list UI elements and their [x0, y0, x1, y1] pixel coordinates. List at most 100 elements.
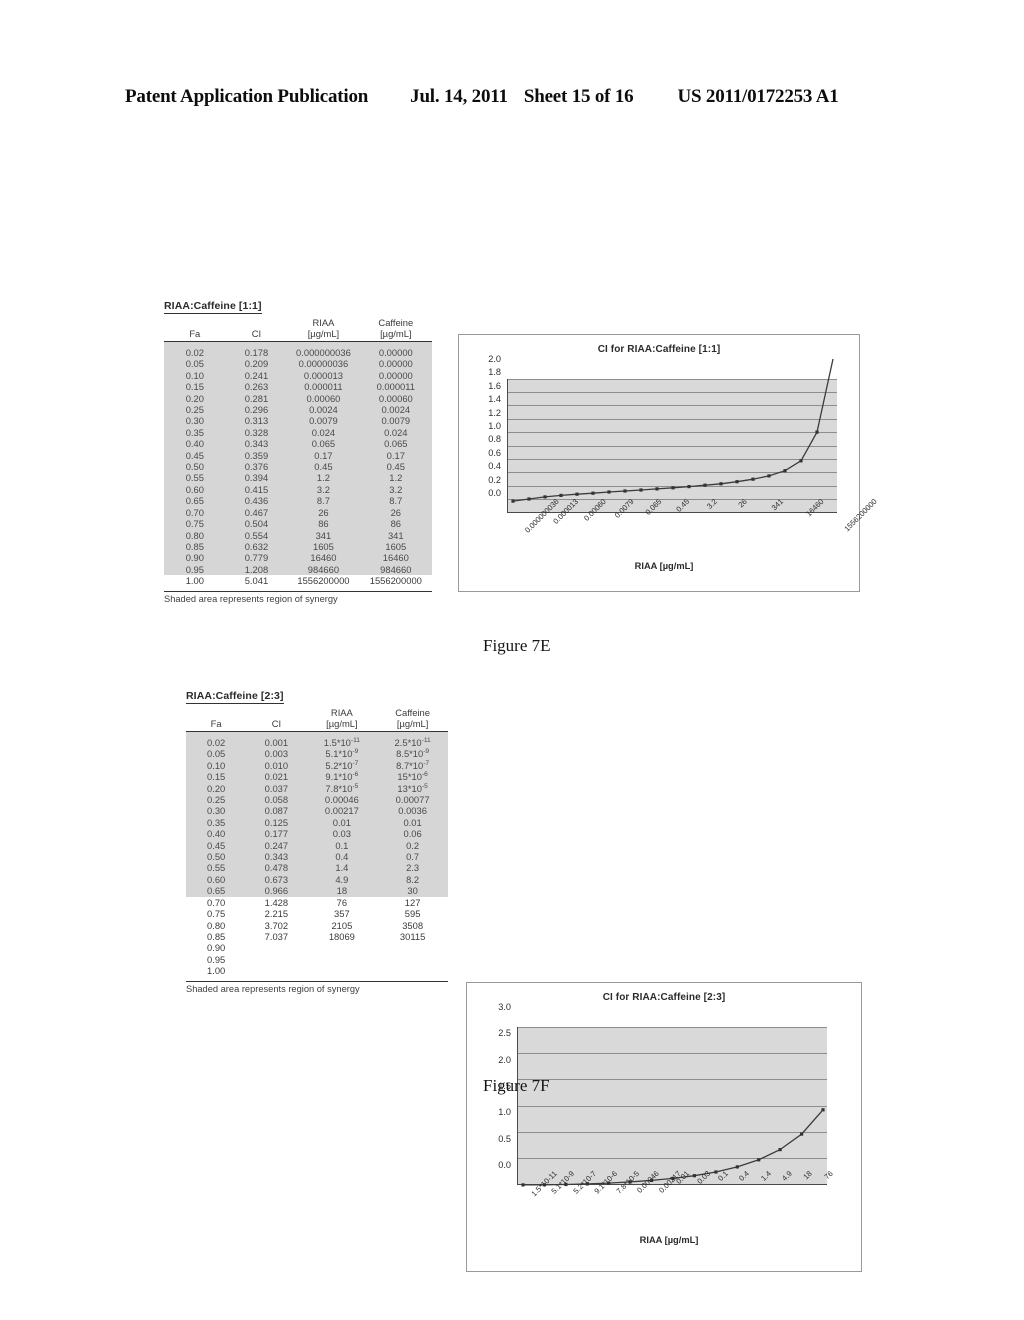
- table-row: 0.55 0.478 1.4 2.3: [186, 862, 448, 874]
- cell-riaa: 357: [334, 908, 350, 920]
- cell-ci: 0.241: [225, 369, 288, 382]
- cell-fa: 0.35: [186, 816, 247, 829]
- cell-riaa: 1.2: [287, 472, 360, 484]
- cell-caffeine: 8.7: [359, 495, 432, 507]
- cell-riaa: 0.00046: [306, 794, 378, 806]
- cell-riaa: 86: [287, 518, 360, 530]
- sheet-number: Sheet 15 of 16: [523, 86, 634, 107]
- cell-ci: 0.343: [246, 851, 307, 863]
- cell-riaa: 0.45: [287, 461, 360, 473]
- table-row: 0.20 0.281 0.00060 0.00060: [164, 392, 432, 405]
- cell-riaa: 5.2*10-7: [306, 759, 378, 772]
- y-axis-tick-label: 2.0: [498, 1054, 511, 1065]
- table-row: 0.85 0.632 1605 1605: [164, 540, 432, 553]
- col-top-riaa: RIAA: [330, 707, 353, 718]
- cell-riaa: 1.4: [306, 862, 378, 874]
- chart-title-7e: CI for RIAA:Caffeine [1:1]: [597, 344, 721, 355]
- cell-caffeine: 26: [359, 506, 432, 519]
- cell-ci: 0.343: [225, 438, 288, 450]
- cell-fa: 1.00: [185, 575, 204, 587]
- col-caffeine-units: [µg/mL]: [377, 718, 448, 732]
- cell-ci: 0.010: [246, 759, 307, 772]
- cell-riaa: 16460: [287, 552, 360, 564]
- cell-caffeine: 0.01: [377, 816, 448, 829]
- cell-caffeine: [377, 965, 448, 976]
- cell-riaa: 4.9: [306, 873, 378, 886]
- cell-ci: 0.247: [246, 839, 307, 852]
- table-row: 0.45 0.359 0.17 0.17: [164, 449, 432, 462]
- cell-ci: 0.328: [225, 426, 288, 439]
- cell-fa: 0.70: [207, 896, 226, 908]
- cell-fa: 0.05: [186, 748, 247, 760]
- cell-ci: 0.125: [246, 816, 307, 829]
- cell-fa: 0.55: [164, 472, 226, 484]
- table-row: 0.40 0.177 0.03 0.06: [186, 828, 448, 840]
- table-row: 0.95 1.208 984660 984660: [164, 563, 432, 576]
- table-row: 0.02 0.001 1.5*10-11 2.5*10-11: [186, 737, 448, 749]
- y-axis-tick-label: 1.0: [488, 421, 501, 431]
- col-ci: CI: [246, 718, 307, 732]
- cell-fa: 1.00: [207, 965, 226, 977]
- cell-riaa: 1605: [287, 540, 360, 553]
- cell-ci: [246, 954, 306, 965]
- cell-riaa: 0.0079: [287, 415, 360, 427]
- cell-riaa: 9.1*10-6: [306, 771, 378, 783]
- cell-caffeine: 0.065: [359, 438, 432, 450]
- cell-caffeine: 0.06: [377, 828, 448, 840]
- table-row: 0.50 0.343 0.4 0.7: [186, 851, 448, 863]
- y-axis-tick-label: 2.5: [498, 1028, 511, 1039]
- table-row: 0.15 0.263 0.000011 0.000011: [164, 381, 432, 393]
- cell-fa: 0.90: [164, 552, 226, 564]
- cell-caffeine: 2.5*10-11: [377, 737, 448, 749]
- cell-caffeine: 86: [359, 518, 432, 530]
- cell-fa: 0.75: [164, 518, 226, 530]
- cell-riaa: 0.000000036: [287, 347, 360, 359]
- cell-caffeine: 8.7*10-7: [377, 759, 448, 772]
- cell-caffeine: 0.0079: [359, 415, 432, 427]
- table-row: 0.60 0.673 4.9 8.2: [186, 873, 448, 886]
- cell-ci: 0.177: [246, 828, 307, 840]
- cell-fa: 0.20: [164, 392, 226, 405]
- cell-ci: 0.394: [225, 472, 288, 484]
- cell-ci: 0.779: [225, 552, 288, 564]
- cell-ci: 0.087: [246, 805, 307, 817]
- table-row: 0.35 0.125 0.01 0.01: [186, 816, 448, 829]
- table-title-7f: RIAA:Caffeine [2:3]: [186, 690, 284, 704]
- cell-fa: 0.25: [186, 794, 247, 806]
- table-row: 0.30 0.313 0.0079 0.0079: [164, 415, 432, 427]
- col-ci: CI: [225, 328, 288, 342]
- y-axis-tick-label: 0.4: [488, 461, 501, 472]
- table-row: 0.75 2.215 357 595: [186, 908, 448, 919]
- y-axis-tick-label: 1.6: [488, 380, 501, 391]
- cell-ci: [246, 965, 306, 976]
- col-top-caffeine: Caffeine: [378, 317, 414, 328]
- cell-riaa: 0.00217: [306, 805, 378, 817]
- table-row: 0.50 0.376 0.45 0.45: [164, 461, 432, 473]
- cell-riaa: 0.000013: [287, 369, 360, 382]
- cell-ci: 0.673: [246, 873, 307, 886]
- cell-caffeine: 2.3: [377, 862, 448, 874]
- cell-caffeine: 3.2: [359, 483, 432, 496]
- cell-caffeine: [377, 954, 448, 965]
- cell-riaa: 8.7: [287, 495, 360, 507]
- col-caffeine-units: [µg/mL]: [359, 328, 432, 342]
- table-row: 0.25 0.058 0.00046 0.00077: [186, 794, 448, 806]
- cell-caffeine: 1.2: [359, 472, 432, 484]
- cell-fa: 0.02: [186, 737, 247, 749]
- cell-caffeine: 0.17: [359, 449, 432, 462]
- cell-fa: 0.70: [164, 506, 226, 519]
- cell-ci: 0.376: [225, 461, 288, 473]
- table-row: 0.45 0.247 0.1 0.2: [186, 839, 448, 852]
- cell-fa: 0.25: [164, 404, 226, 416]
- cell-riaa: 0.1: [306, 839, 378, 852]
- table-row: 0.05 0.003 5.1*10-9 8.5*10-9: [186, 748, 448, 760]
- chart-ci-riaa-caffeine-2-3: CI for RIAA:Caffeine [2:3] RIAA [µg/mL] …: [466, 982, 862, 1272]
- cell-fa: 0.40: [186, 828, 247, 840]
- data-table-7f: RIAA Caffeine Fa CI [µg/mL] [µg/mL] 0.02…: [186, 704, 448, 977]
- cell-fa: 0.50: [186, 851, 247, 863]
- table-riaa-caffeine-1-1: RIAA:Caffeine [1:1] RIAA Caffeine Fa CI …: [164, 296, 432, 604]
- cell-fa: 0.90: [207, 942, 226, 954]
- cell-ci: 0.021: [246, 771, 307, 783]
- cell-ci: 0.966: [246, 885, 307, 897]
- cell-riaa: 341: [287, 529, 360, 541]
